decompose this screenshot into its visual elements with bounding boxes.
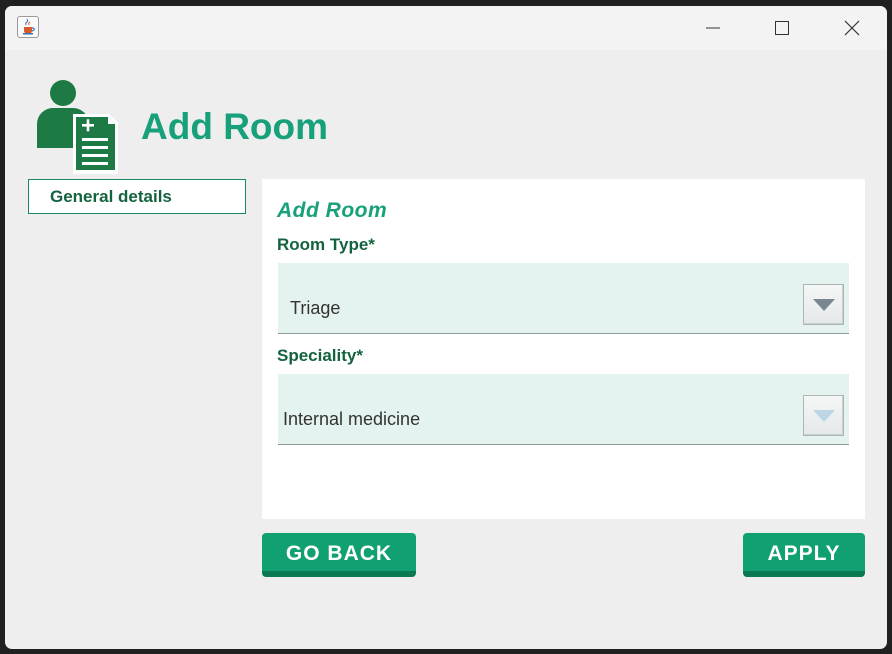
minimize-icon [706, 27, 720, 29]
chevron-down-icon [812, 409, 835, 422]
user-document-icon [37, 80, 118, 174]
room-type-label: Room Type* [277, 235, 375, 254]
room-type-value: Triage [290, 298, 341, 318]
apply-button[interactable]: APPLY [743, 533, 865, 577]
speciality-label: Speciality* [277, 346, 363, 365]
speciality-dropdown[interactable]: Internal medicine [278, 374, 849, 445]
page-title: Add Room [141, 106, 329, 147]
java-cup-icon [17, 16, 39, 38]
room-type-dropdown[interactable]: Triage [278, 263, 849, 334]
tab-general-details[interactable]: General details [28, 179, 246, 214]
maximize-button[interactable] [747, 6, 817, 50]
section-title: Add Room [277, 199, 388, 222]
room-type-dropdown-button[interactable] [803, 284, 844, 325]
title-bar [5, 6, 887, 50]
close-icon [844, 20, 860, 36]
speciality-dropdown-button[interactable] [803, 395, 844, 436]
go-back-button[interactable]: GO BACK [262, 533, 416, 577]
minimize-button[interactable] [678, 6, 748, 50]
app-window: Add Room General details Add Room Room T… [5, 6, 887, 649]
speciality-value: Internal medicine [283, 409, 421, 429]
maximize-icon [775, 21, 789, 35]
close-button[interactable] [817, 6, 887, 50]
form-panel: Add Room Room Type* Triage Speciality* I… [262, 179, 865, 519]
chevron-down-icon [812, 298, 835, 311]
